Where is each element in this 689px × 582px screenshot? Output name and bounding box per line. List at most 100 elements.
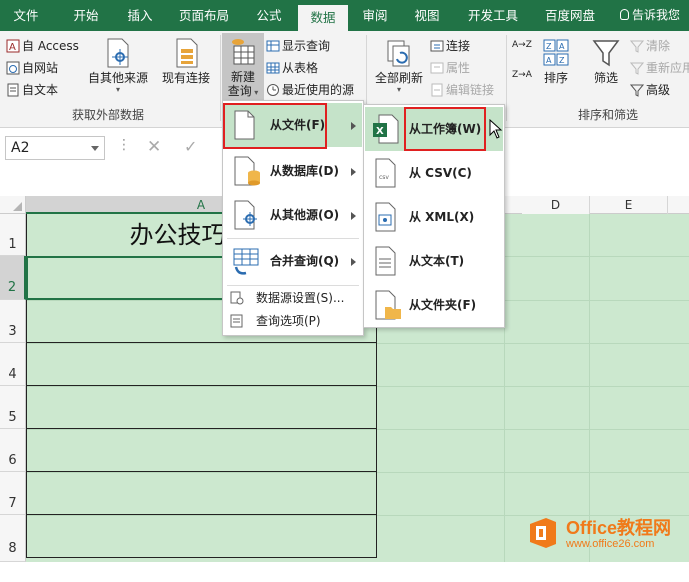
- group-separator: [506, 35, 507, 121]
- refresh-icon: [387, 40, 410, 67]
- tell-me-box[interactable]: 告诉我您: [620, 0, 680, 31]
- lightbulb-icon: [620, 9, 629, 20]
- from-access-button[interactable]: A 自 Access: [6, 36, 79, 56]
- menu-item-from-xml[interactable]: 从 XML(X): [365, 195, 503, 239]
- csv-file-icon: csv: [375, 158, 396, 188]
- sort-icon: Z AA Z: [543, 39, 569, 66]
- tab-home[interactable]: 开始: [60, 0, 112, 31]
- svg-text:A: A: [546, 56, 552, 65]
- row-header-1[interactable]: 1: [0, 214, 26, 256]
- row-header-3[interactable]: 3: [0, 300, 26, 343]
- row-header-5[interactable]: 5: [0, 386, 26, 429]
- tab-review[interactable]: 审阅: [350, 0, 400, 31]
- tab-baidu-netdisk[interactable]: 百度网盘: [532, 0, 608, 31]
- advanced-filter-button[interactable]: 高级: [630, 80, 670, 100]
- sort-label: 排序: [543, 71, 568, 85]
- menu-item-from-csv[interactable]: csv 从 CSV(C): [365, 151, 503, 195]
- existing-connections-icon: [176, 38, 198, 68]
- sort-filter-group-label: 排序和筛选: [578, 108, 639, 122]
- select-all-corner[interactable]: [0, 196, 26, 214]
- menu-item-query-options[interactable]: 查询选项(P): [224, 309, 362, 333]
- from-table-label: 从表格: [282, 61, 319, 75]
- table-grid-icon: [266, 62, 280, 74]
- refresh-all-button[interactable]: 全部刷新 ▾: [372, 37, 426, 97]
- cancel-entry-icon[interactable]: ✕: [147, 138, 161, 156]
- mouse-cursor-icon: [489, 119, 503, 139]
- settings-document-icon: [230, 291, 244, 305]
- existing-connections-label: 现有连接: [161, 71, 210, 85]
- ribbon-tab-bar: 文件 开始 插入 页面布局 公式 数据 审阅 视图 开发工具 百度网盘 告诉我您: [0, 0, 689, 31]
- column-header-e[interactable]: E: [590, 196, 668, 214]
- filter-button[interactable]: 筛选: [588, 37, 624, 97]
- combine-queries-label: 合并查询(Q): [270, 254, 340, 268]
- tab-developer[interactable]: 开发工具: [458, 0, 528, 31]
- menu-item-from-text[interactable]: 从文本(T): [365, 239, 503, 283]
- tab-page-layout[interactable]: 页面布局: [170, 0, 238, 31]
- sort-button[interactable]: ZAAZ 排序: [538, 37, 574, 97]
- from-web-button[interactable]: 自网站: [6, 58, 58, 78]
- folder-icon: [375, 290, 401, 320]
- menu-item-from-other-sources[interactable]: 从其他源(O): [224, 193, 362, 237]
- row-header-4[interactable]: 4: [0, 343, 26, 386]
- new-query-label-2: 查询: [227, 84, 252, 98]
- submenu-arrow-icon: [351, 258, 356, 266]
- menu-item-from-folder[interactable]: 从文件夹(F): [365, 283, 503, 327]
- row-header-7[interactable]: 7: [0, 472, 26, 515]
- tab-data[interactable]: 数据: [298, 5, 348, 31]
- connections-button[interactable]: 连接: [430, 36, 470, 56]
- tab-insert[interactable]: 插入: [114, 0, 166, 31]
- row-header-8[interactable]: 8: [0, 515, 26, 562]
- from-other-sources-label: 自其他来源: [87, 71, 148, 85]
- sort-descending-button[interactable]: Z→A: [512, 70, 532, 92]
- confirm-entry-icon[interactable]: ✓: [184, 138, 197, 156]
- group-separator: [220, 35, 221, 121]
- svg-text:Z: Z: [559, 56, 565, 65]
- properties-button[interactable]: 属性: [430, 58, 470, 78]
- filter-label: 筛选: [593, 71, 618, 85]
- tab-file[interactable]: 文件: [0, 0, 52, 31]
- advanced-filter-icon: [630, 84, 644, 97]
- from-database-label: 从数据库(D): [270, 164, 339, 178]
- watermark: Office教程网 www.office26.com: [526, 514, 686, 558]
- row-header-6[interactable]: 6: [0, 429, 26, 472]
- clear-filter-button[interactable]: 清除: [630, 36, 670, 56]
- table-icon: [266, 40, 280, 52]
- menu-item-combine-queries[interactable]: 合并查询(Q): [224, 239, 362, 283]
- table-row-border: [26, 514, 377, 515]
- tab-formulas[interactable]: 公式: [244, 0, 294, 31]
- show-queries-button[interactable]: 显示查询: [266, 36, 330, 56]
- row-header-2[interactable]: 2: [0, 256, 26, 300]
- recent-sources-button[interactable]: 最近使用的源: [266, 80, 354, 100]
- submenu-arrow-icon: [351, 212, 356, 220]
- tab-view[interactable]: 视图: [402, 0, 452, 31]
- from-other-sources-button[interactable]: 自其他来源 ▾: [86, 37, 150, 97]
- reapply-filter-label: 重新应用: [646, 61, 689, 75]
- menu-item-from-database[interactable]: 从数据库(D): [224, 149, 362, 193]
- reapply-filter-button[interactable]: 重新应用: [630, 58, 689, 78]
- filter-funnel-icon: [592, 40, 620, 67]
- from-text-menu-label: 从文本(T): [409, 254, 465, 268]
- from-csv-label: 从 CSV(C): [409, 166, 472, 180]
- existing-connections-button[interactable]: 现有连接: [156, 37, 216, 97]
- text-file-icon: [7, 83, 19, 97]
- from-table-button[interactable]: 从表格: [266, 58, 318, 78]
- menu-item-data-source-settings[interactable]: 数据源设置(S)...: [224, 286, 362, 310]
- sort-ascending-button[interactable]: A→Z: [512, 40, 532, 62]
- new-query-button[interactable]: 新建 查询 ▾: [222, 33, 264, 103]
- new-query-icon: [232, 39, 255, 65]
- edit-links-button[interactable]: 编辑链接: [430, 80, 494, 100]
- svg-text:A: A: [9, 42, 16, 53]
- column-header-d[interactable]: D: [522, 196, 590, 214]
- gridline: [589, 214, 590, 562]
- from-text-button[interactable]: 自文本: [6, 80, 58, 100]
- query-options-icon: [230, 314, 243, 328]
- edit-links-icon: [431, 83, 443, 97]
- sort-ascending-label: A→Z: [512, 40, 532, 50]
- highlight-from-file: [223, 103, 327, 149]
- svg-text:X: X: [376, 126, 384, 137]
- from-web-label: 自网站: [22, 61, 59, 75]
- properties-icon: [430, 62, 444, 74]
- properties-label: 属性: [446, 61, 471, 75]
- name-box[interactable]: A2: [5, 136, 105, 160]
- name-box-dropdown-icon[interactable]: [91, 146, 99, 151]
